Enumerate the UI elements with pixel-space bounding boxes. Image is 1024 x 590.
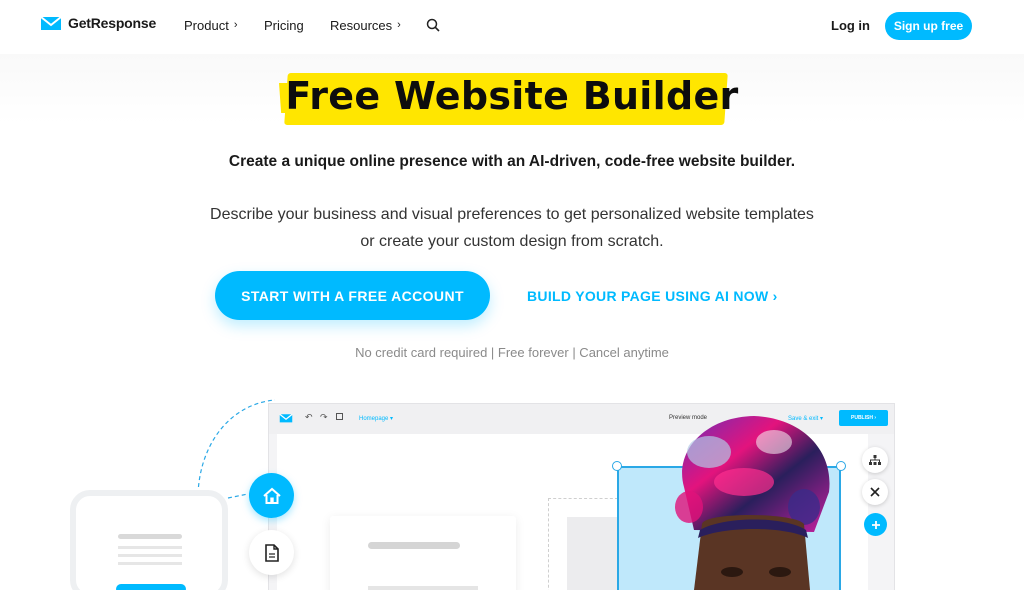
resize-handle[interactable] xyxy=(836,461,846,471)
chevron-right-icon: › xyxy=(397,18,401,31)
logo[interactable]: GetResponse xyxy=(40,15,156,31)
text-placeholder xyxy=(118,562,182,565)
nav-item-product[interactable]: Product › xyxy=(184,18,237,33)
login-link[interactable]: Log in xyxy=(831,18,870,33)
home-icon[interactable] xyxy=(249,473,294,518)
text-placeholder xyxy=(118,534,182,539)
signup-button[interactable]: Sign up free xyxy=(885,12,972,40)
hero-description-line-1: Describe your business and visual prefer… xyxy=(210,206,814,223)
image-placeholder xyxy=(567,517,619,590)
resize-handle[interactable] xyxy=(612,461,622,471)
nav-item-resources[interactable]: Resources › xyxy=(330,18,401,33)
text-placeholder xyxy=(118,546,182,549)
redo-icon[interactable]: ↷ xyxy=(320,412,328,423)
hero-description: Describe your business and visual prefer… xyxy=(0,201,1024,255)
text-placeholder xyxy=(368,586,478,590)
chevron-right-icon: › xyxy=(233,18,238,31)
text-placeholder xyxy=(118,554,182,557)
hero-description-line-2: or create your custom design from scratc… xyxy=(360,233,664,250)
nav-item-label: Pricing xyxy=(264,18,304,33)
close-icon[interactable] xyxy=(862,479,888,505)
logo-envelope-icon xyxy=(40,16,62,30)
plus-icon[interactable] xyxy=(864,513,887,536)
nav-item-label: Resources xyxy=(330,18,393,33)
no-credit-card-note: No credit card required | Free forever |… xyxy=(355,345,669,360)
logo-envelope-icon xyxy=(279,413,293,423)
phone-mockup xyxy=(70,490,228,590)
portrait-image xyxy=(675,416,830,590)
build-with-ai-link[interactable]: BUILD YOUR PAGE USING AI NOW › xyxy=(527,288,778,304)
nav-item-pricing[interactable]: Pricing xyxy=(264,18,304,33)
top-navigation: GetResponse Product › Pricing Resources … xyxy=(0,0,1024,54)
save-icon[interactable] xyxy=(336,413,343,420)
logo-text: GetResponse xyxy=(68,15,157,31)
nav-item-label: Product xyxy=(184,18,229,33)
text-placeholder xyxy=(368,542,460,549)
publish-button[interactable]: PUBLISH › xyxy=(839,410,888,426)
page-icon[interactable] xyxy=(249,530,294,575)
page-title: Free Website Builder xyxy=(285,74,739,118)
hero-subtitle: Create a unique online presence with an … xyxy=(228,153,796,170)
page-selector[interactable]: Homepage ▾ xyxy=(359,415,393,422)
search-icon[interactable] xyxy=(426,18,440,32)
start-free-account-button[interactable]: START WITH A FREE ACCOUNT xyxy=(215,271,490,320)
content-card xyxy=(330,516,516,590)
sitemap-icon[interactable] xyxy=(862,447,888,473)
undo-icon[interactable]: ↶ xyxy=(305,412,313,423)
button-placeholder xyxy=(116,584,186,590)
